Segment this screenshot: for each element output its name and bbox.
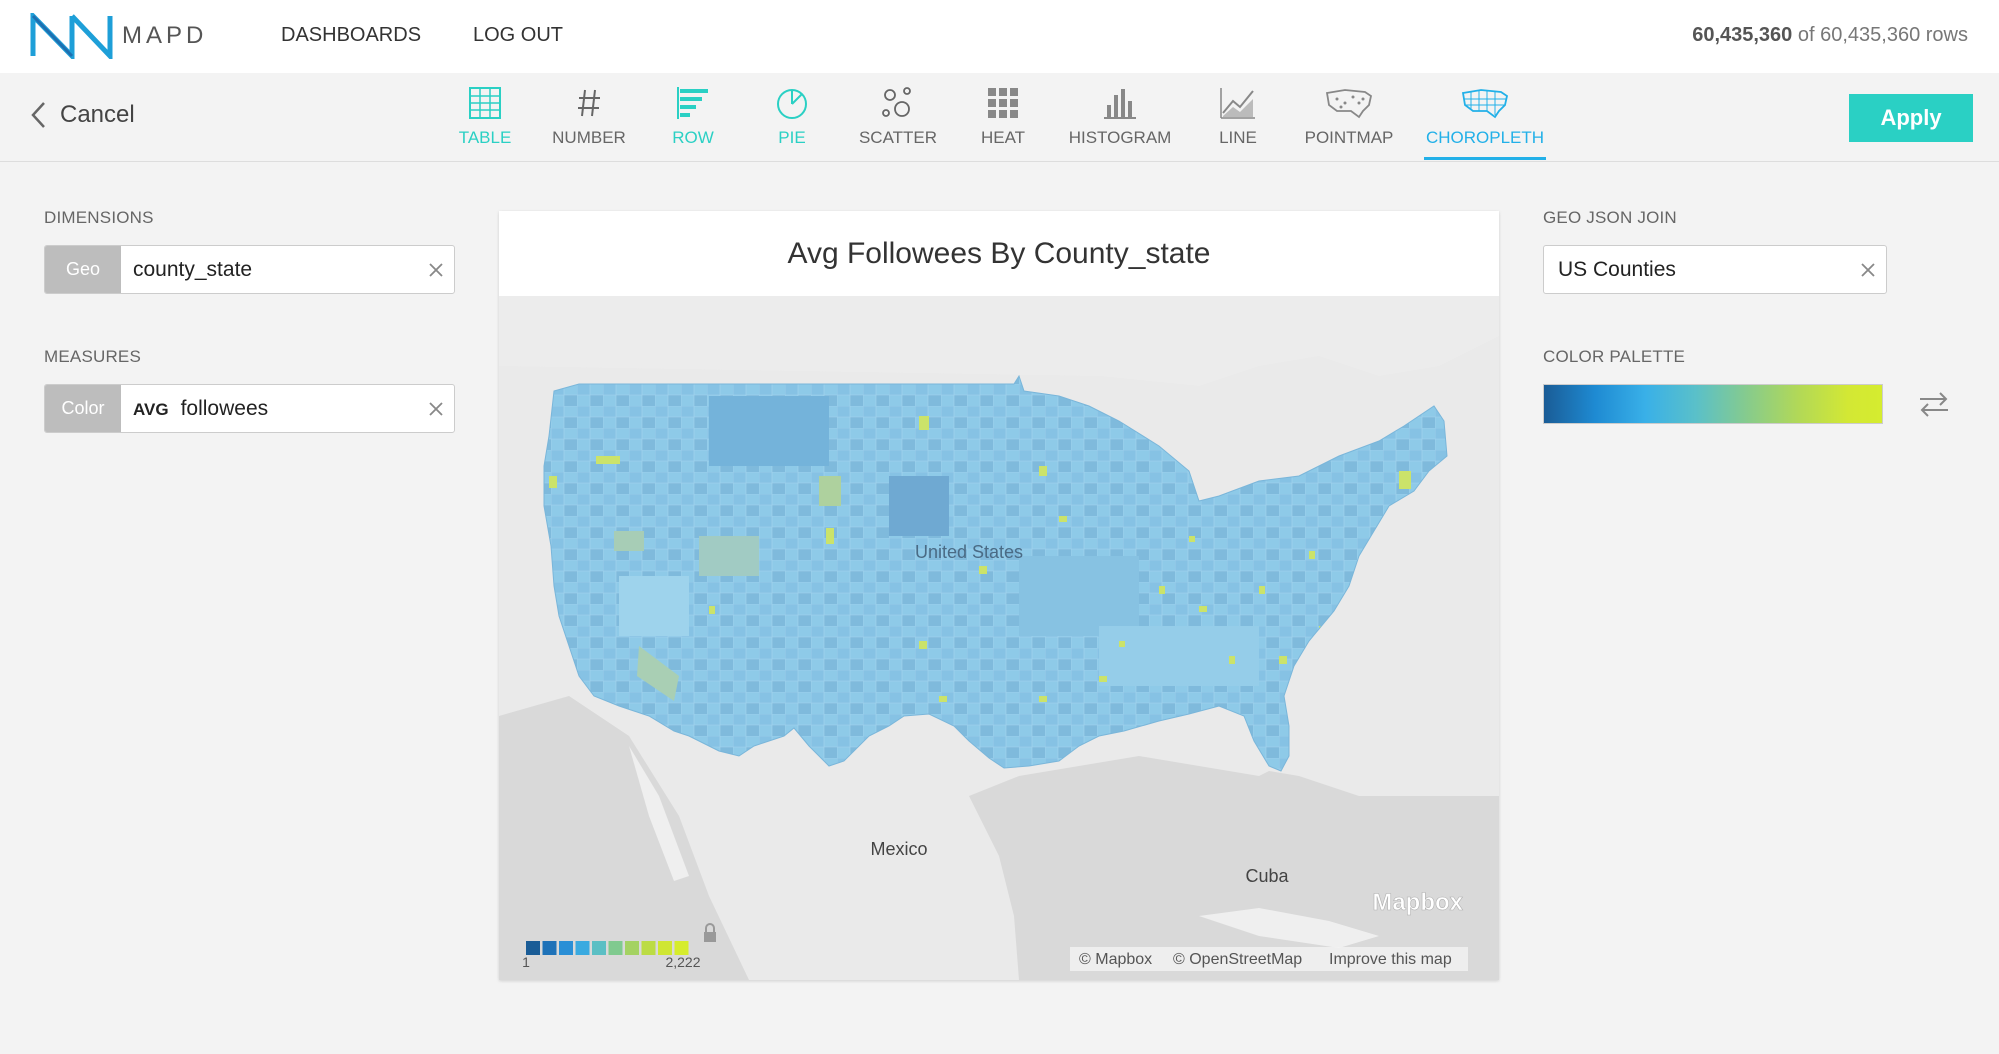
chart-type-label: HEAT: [980, 128, 1026, 147]
table-icon: [465, 85, 505, 121]
chart-type-table[interactable]: TABLE: [458, 85, 512, 153]
chart-type-label: LINE: [1219, 128, 1257, 147]
measure-tag: Color: [45, 385, 121, 432]
chart-type-pie[interactable]: PIE: [772, 85, 812, 153]
measures-label: MEASURES: [44, 347, 142, 366]
chart-type-label: CHOROPLETH: [1425, 128, 1545, 147]
chart-type-scatter[interactable]: SCATTER: [858, 85, 938, 153]
chart-type-label: SCATTER: [858, 128, 938, 147]
legend-swatch: [608, 941, 623, 955]
mapbox-watermark: Mapbox: [1372, 889, 1463, 916]
legend-swatch: [559, 941, 573, 955]
geojson-field[interactable]: US Counties: [1543, 245, 1887, 294]
heatmap-icon: [983, 85, 1023, 121]
map-label-mexico: Mexico: [870, 839, 927, 859]
chart-type-label: TABLE: [458, 128, 512, 147]
legend-swatch: [641, 941, 656, 955]
chevron-left-icon: [31, 102, 45, 128]
dimension-field[interactable]: Geo county_state: [44, 245, 455, 294]
chart-type-number[interactable]: NUMBER: [551, 85, 627, 153]
measure-aggregate: AVG: [133, 399, 169, 419]
hash-icon: [569, 85, 609, 121]
remove-geojson-icon[interactable]: [1850, 246, 1886, 293]
mapd-logo-icon: [30, 13, 113, 59]
chart-type-pointmap[interactable]: POINTMAP: [1305, 85, 1393, 153]
legend-max: 2,222: [665, 954, 700, 970]
nav-log-out[interactable]: LOG OUT: [473, 24, 563, 47]
chart-type-row[interactable]: ROW: [668, 85, 718, 153]
attribution-mapbox[interactable]: © Mapbox: [1079, 951, 1152, 968]
legend-min: 1: [522, 954, 530, 970]
chart-type-label: NUMBER: [552, 128, 626, 147]
geojson-label: GEO JSON JOIN: [1543, 208, 1677, 227]
legend-swatch: [674, 941, 689, 955]
row-chart-icon: [673, 85, 713, 121]
chart-toolbar: Cancel TABLE NUMBER ROW PIE SCATTER HEAT…: [0, 73, 1999, 162]
map-label-cuba: Cuba: [1245, 866, 1289, 886]
nav-dashboards[interactable]: DASHBOARDS: [281, 24, 421, 47]
choropleth-icon: [1460, 85, 1510, 121]
measure-column: followees: [180, 396, 269, 420]
row-count-shown: 60,435,360: [1692, 24, 1793, 46]
legend-swatch: [526, 941, 540, 955]
row-count: 60,435,360 of 60,435,360 rows: [1692, 24, 1968, 47]
chart-type-label: PIE: [778, 128, 806, 147]
improve-map-link[interactable]: Improve this map: [1329, 951, 1452, 968]
reverse-palette-icon[interactable]: [1918, 391, 1950, 422]
legend-swatch: [575, 941, 590, 955]
chart-card: Avg Followees By County_state United Sta…: [499, 211, 1499, 980]
row-count-total: of 60,435,360 rows: [1797, 24, 1968, 46]
chart-title: Avg Followees By County_state: [787, 236, 1211, 270]
histogram-icon: [1100, 85, 1140, 121]
chart-type-line[interactable]: LINE: [1217, 85, 1259, 153]
dimension-value: county_state: [133, 257, 253, 281]
legend-swatch: [658, 941, 672, 955]
chart-type-label: HISTOGRAM: [1068, 128, 1172, 147]
geojson-value: US Counties: [1558, 257, 1676, 281]
legend-swatch: [625, 941, 639, 955]
remove-measure-icon[interactable]: [418, 385, 454, 432]
chart-type-heat[interactable]: HEAT: [978, 85, 1028, 153]
color-palette-label: COLOR PALETTE: [1543, 347, 1686, 366]
scatter-icon: [878, 85, 918, 121]
dimensions-label: DIMENSIONS: [44, 208, 154, 227]
legend-swatch: [542, 941, 557, 955]
chart-type-choropleth[interactable]: CHOROPLETH: [1424, 85, 1546, 160]
dimension-tag: Geo: [45, 246, 121, 293]
line-chart-icon: [1218, 85, 1258, 121]
pie-icon: [772, 85, 812, 121]
color-palette-bar[interactable]: [1543, 384, 1883, 424]
map-label-united-states: United States: [915, 542, 1023, 562]
cancel-label: Cancel: [60, 101, 135, 128]
choropleth-map[interactable]: United States Mexico Cuba 1 2,222 Mapbox…: [499, 296, 1499, 980]
measure-field[interactable]: Color AVG followees: [44, 384, 455, 433]
chart-type-label: ROW: [672, 128, 714, 147]
mapd-logo[interactable]: MAPD: [30, 13, 214, 59]
apply-button[interactable]: Apply: [1849, 94, 1973, 142]
legend-swatch: [592, 941, 606, 955]
pointmap-icon: [1324, 85, 1374, 121]
chart-type-histogram[interactable]: HISTOGRAM: [1068, 85, 1172, 153]
measure-value: AVG followees: [133, 397, 418, 421]
top-nav: MAPD DASHBOARDS LOG OUT 60,435,360 of 60…: [0, 0, 1999, 73]
remove-dimension-icon[interactable]: [418, 246, 454, 293]
chart-type-label: POINTMAP: [1304, 128, 1394, 147]
cancel-button[interactable]: Cancel: [30, 101, 135, 129]
attribution-osm[interactable]: © OpenStreetMap: [1173, 951, 1302, 968]
brand-name: MAPD: [122, 22, 208, 49]
